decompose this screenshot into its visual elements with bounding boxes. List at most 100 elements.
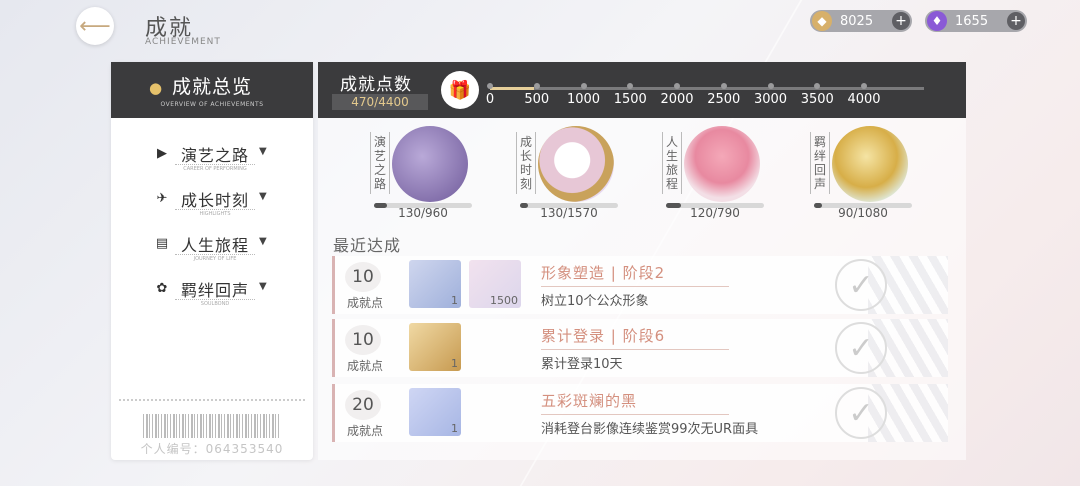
achievement-name: 形象塑造 | 阶段2	[541, 262, 729, 287]
video-camera-icon: ▶	[157, 146, 167, 161]
crystal-currency: ♦ 1655 +	[925, 10, 1027, 32]
milestone-tick	[487, 83, 493, 89]
achievement-points: 20	[345, 390, 381, 420]
achievement-points: 10	[345, 325, 381, 355]
chevron-down-icon: ▼	[259, 146, 267, 157]
completed-check-icon: ✓	[835, 259, 887, 311]
sidebar-item-label: 成长时刻	[181, 191, 250, 210]
category-card-performing[interactable]: 演艺之路 130/960	[368, 126, 478, 224]
sidebar-item-journey[interactable]: ▤ 人生旅程 JOURNEY OF LIFE ▼	[155, 232, 275, 272]
sidebar-item-sub: CAREER OF PERFORMING	[175, 164, 255, 172]
milestone-tick	[861, 83, 867, 89]
barcode-image	[143, 414, 281, 438]
chevron-down-icon: ▼	[259, 281, 267, 292]
brush-item-icon[interactable]: 1	[409, 260, 461, 308]
chevron-down-icon: ▼	[259, 236, 267, 247]
sidebar-item-sub: JOURNEY OF LIFE	[175, 254, 255, 262]
milestone-tick	[720, 83, 727, 89]
sidebar: ● 成就总览 OVERVIEW OF ACHIEVEMENTS ▶ 演艺之路 C…	[111, 62, 313, 460]
category-label: 人生旅程	[662, 132, 682, 194]
ticket-item-icon[interactable]: 1	[409, 323, 461, 371]
category-card-soulbond[interactable]: 羁绊回声 90/1080	[808, 126, 918, 224]
gift-icon: 🎁	[448, 79, 472, 101]
sidebar-item-sub: HIGHLIGHTS	[175, 209, 255, 217]
sidebar-item-soulbond[interactable]: ✿ 羁绊回声 SOULBOND ▼	[155, 277, 275, 317]
milestone-label: 0	[485, 92, 495, 107]
completed-check-icon: ✓	[835, 387, 887, 439]
add-gold-button[interactable]: +	[892, 12, 910, 30]
category-label: 羁绊回声	[810, 132, 830, 194]
crystal-value: 1655	[955, 13, 989, 29]
category-progress-text: 90/1080	[838, 206, 888, 220]
sidebar-item-label: 人生旅程	[181, 236, 250, 255]
sidebar-item-label: 演艺之路	[181, 146, 250, 165]
points-progress-track	[490, 87, 924, 90]
achievement-row[interactable]: 10 成就点 1 累计登录 | 阶段6 累计登录10天 ✓	[332, 319, 948, 377]
achievement-desc: 消耗登台影像连续鉴赏99次无UR面具	[541, 422, 759, 437]
points-bar: 成就点数 470/4400 🎁 0 500 1000 1500 2000 2500 3000…	[318, 62, 966, 118]
milestone-tick	[767, 83, 774, 89]
back-button[interactable]: ⟵	[76, 7, 114, 45]
milestone-tick	[674, 83, 680, 89]
gold-coin-icon: ◆	[812, 11, 832, 31]
film-clapper-icon	[392, 126, 468, 202]
gramophone-icon	[832, 126, 908, 202]
location-pin-icon: ●	[149, 79, 163, 97]
achievement-desc: 累计登录10天	[541, 357, 623, 372]
purple-ring-item-icon[interactable]: 1	[409, 388, 461, 436]
magic-wand-item-icon[interactable]: 1500	[469, 260, 521, 308]
ticket-perforation	[119, 399, 305, 401]
achievement-name: 五彩斑斓的黑	[541, 390, 729, 415]
sidebar-item-sub: SOULBOND	[175, 299, 255, 307]
points-unit-label: 成就点	[346, 424, 383, 438]
milestone-label: 500	[524, 92, 550, 107]
purple-crystal-icon: ♦	[927, 11, 947, 31]
completed-check-icon: ✓	[835, 322, 887, 374]
category-progress-text: 130/1570	[540, 206, 598, 220]
category-card-highlights[interactable]: 成长时刻 130/1570	[514, 126, 624, 224]
category-label: 演艺之路	[370, 132, 390, 194]
milestone-label: 3000	[753, 92, 788, 107]
page-subtitle: ACHIEVEMENT	[145, 37, 221, 47]
gold-currency: ◆ 8025 +	[810, 10, 912, 32]
document-icon: ▤	[155, 236, 169, 251]
category-label: 成长时刻	[516, 132, 536, 194]
reward-count: 1	[451, 357, 458, 370]
sidebar-header-title: 成就总览	[171, 76, 252, 98]
points-value: 470/4400	[332, 94, 428, 110]
milestone-label: 4000	[847, 92, 881, 107]
reward-count: 1	[451, 294, 458, 307]
achievement-row[interactable]: 10 成就点 1 1500 形象塑造 | 阶段2 树立10个公众形象 ✓	[332, 256, 948, 314]
reward-count: 1	[451, 422, 458, 435]
gold-value: 8025	[840, 13, 874, 29]
sidebar-header-overview[interactable]: ● 成就总览 OVERVIEW OF ACHIEVEMENTS	[111, 62, 313, 118]
recent-title: 最近达成	[333, 236, 402, 255]
points-unit-label: 成就点	[346, 296, 383, 310]
points-progress-fill	[490, 87, 534, 90]
milestone-tick	[580, 83, 587, 89]
pocket-watch-icon	[538, 126, 614, 202]
gift-reward-button[interactable]: 🎁	[441, 71, 479, 109]
achievement-desc: 树立10个公众形象	[541, 294, 649, 309]
milestone-tick	[533, 83, 540, 89]
hot-air-balloon-icon	[684, 126, 760, 202]
milestone-label: 1000	[566, 92, 601, 107]
sidebar-item-label: 羁绊回声	[181, 281, 250, 300]
sidebar-item-highlights[interactable]: ✈ 成长时刻 HIGHLIGHTS ▼	[155, 187, 275, 227]
category-progress-text: 120/790	[690, 206, 740, 220]
milestone-label: 2000	[660, 92, 694, 107]
reward-count: 1500	[490, 294, 518, 307]
sidebar-header-subtitle: OVERVIEW OF ACHIEVEMENTS	[160, 101, 264, 108]
clover-icon: ✿	[156, 281, 168, 296]
category-card-journey[interactable]: 人生旅程 120/790	[660, 126, 770, 224]
achievement-main-panel: 成就点数 470/4400 🎁 0 500 1000 1500 2000 2500 3000…	[318, 62, 966, 460]
back-arrow-icon: ⟵	[79, 13, 111, 39]
points-label: 成就点数	[340, 75, 412, 95]
achievement-name: 累计登录 | 阶段6	[541, 325, 729, 350]
category-progress-text: 130/960	[398, 206, 448, 220]
add-crystal-button[interactable]: +	[1007, 12, 1025, 30]
sidebar-item-performing[interactable]: ▶ 演艺之路 CAREER OF PERFORMING ▼	[155, 142, 275, 182]
chevron-down-icon: ▼	[259, 191, 267, 202]
player-id: 个人编号：064353540	[140, 442, 284, 456]
achievement-row[interactable]: 20 成就点 1 五彩斑斓的黑 消耗登台影像连续鉴赏99次无UR面具 ✓	[332, 384, 948, 442]
